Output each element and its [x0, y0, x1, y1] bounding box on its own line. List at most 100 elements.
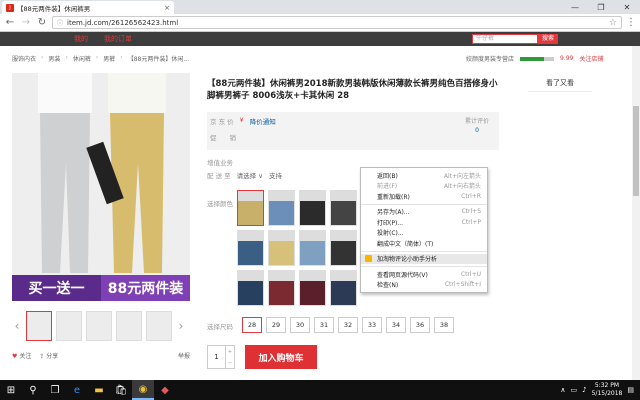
clock[interactable]: 5:32 PM 5/15/2018: [592, 382, 623, 398]
follow-product-button[interactable]: ♥ 关注: [12, 351, 31, 360]
bookmark-star-icon[interactable]: ☆: [609, 18, 617, 28]
color-option[interactable]: [330, 190, 357, 226]
color-option[interactable]: [268, 270, 295, 306]
app-icon[interactable]: ◆: [154, 380, 176, 400]
add-to-cart-button[interactable]: 加入购物车: [245, 345, 317, 369]
promo-banner: 买一送一 88元两件装: [12, 275, 190, 301]
color-label: 选择颜色: [207, 200, 233, 208]
color-option[interactable]: [268, 230, 295, 266]
thumbnail[interactable]: [86, 311, 112, 341]
nav-link-my[interactable]: 我的: [74, 34, 88, 44]
breadcrumb-item[interactable]: 服饰内衣: [12, 54, 36, 63]
windows-start-icon[interactable]: ⊞: [0, 380, 22, 400]
size-option[interactable]: 30: [290, 317, 310, 333]
ctx-review-helper[interactable]: 加淘物评论小助手分析: [361, 253, 487, 264]
ctx-label: 重新加载(R): [377, 193, 410, 201]
quantity-decrease-button[interactable]: −: [226, 357, 234, 368]
size-option[interactable]: 34: [386, 317, 406, 333]
chrome-menu-icon[interactable]: ⋮: [626, 17, 636, 28]
color-option[interactable]: [299, 190, 326, 226]
file-explorer-icon[interactable]: ▬: [88, 380, 110, 400]
chrome-icon[interactable]: ◉: [132, 380, 154, 400]
page-scrollbar[interactable]: [632, 46, 640, 380]
delivery-select[interactable]: 请选择 ∨: [237, 170, 263, 180]
size-option[interactable]: 28: [242, 317, 262, 333]
breadcrumb-separator: ›: [41, 54, 44, 61]
edge-icon[interactable]: e: [66, 380, 88, 400]
maximize-button[interactable]: ❐: [588, 0, 614, 14]
color-option[interactable]: [299, 270, 326, 306]
ctx-shortcut: Ctrl+Shift+I: [444, 281, 481, 289]
thumbnail-strip: ‹ ›: [12, 309, 190, 343]
price-label: 京 东 价: [210, 118, 234, 126]
size-option[interactable]: 36: [410, 317, 430, 333]
quantity-input[interactable]: 1: [208, 346, 225, 368]
ctx-cast[interactable]: 投射(C)...: [361, 228, 487, 239]
ctx-save-as[interactable]: 另存为(A)... Ctrl+S: [361, 207, 487, 218]
thumb-prev-icon[interactable]: ‹: [12, 319, 22, 333]
color-option[interactable]: [237, 270, 264, 306]
task-view-icon[interactable]: ❐: [44, 380, 66, 400]
site-search-button[interactable]: 搜索: [538, 34, 558, 44]
breadcrumb-separator: ›: [65, 54, 68, 61]
size-option[interactable]: 33: [362, 317, 382, 333]
color-option[interactable]: [330, 230, 357, 266]
breadcrumb-item[interactable]: 休闲裤: [73, 54, 91, 63]
breadcrumb-item[interactable]: 【88元两件装】休闲...: [128, 54, 189, 63]
follow-shop-button[interactable]: 关注店铺: [579, 54, 603, 63]
ctx-back[interactable]: 返回(B) Alt+向左箭头: [361, 170, 487, 181]
browser-tab[interactable]: J 【88元两件装】休闲裤男 ×: [2, 1, 174, 14]
quantity-increase-button[interactable]: +: [226, 346, 234, 357]
reload-icon[interactable]: ↻: [36, 17, 48, 29]
report-link[interactable]: 举报: [178, 351, 190, 360]
ctx-inspect[interactable]: 检查(N) Ctrl+Shift+I: [361, 280, 487, 291]
volume-icon[interactable]: ♪: [582, 386, 586, 394]
address-bar[interactable]: ⓘ item.jd.com/26126562423.html ☆: [52, 16, 622, 29]
share-label: 分享: [46, 353, 59, 360]
network-icon[interactable]: ▭: [571, 386, 578, 394]
back-arrow-icon[interactable]: ←: [4, 17, 16, 29]
close-window-button[interactable]: ✕: [614, 0, 640, 14]
price-notify-link[interactable]: 降价通知: [250, 116, 276, 126]
extension-icon: [365, 255, 372, 263]
reviews-summary[interactable]: 累计评价 0: [465, 116, 489, 134]
notifications-icon[interactable]: ▤: [627, 386, 634, 394]
size-options: 28 29 30 31 32 33 34 36 38: [242, 317, 454, 333]
thumbnail[interactable]: [56, 311, 82, 341]
info-icon[interactable]: ⓘ: [57, 18, 63, 27]
url-text: item.jd.com/26126562423.html: [67, 18, 179, 27]
size-option[interactable]: 29: [266, 317, 286, 333]
breadcrumb-item[interactable]: 男裤: [103, 54, 115, 63]
ctx-print[interactable]: 打印(P)... Ctrl+P: [361, 217, 487, 228]
product-main-image[interactable]: 买一送一 88元两件装: [12, 73, 190, 301]
color-option[interactable]: [330, 270, 357, 306]
thumbnail[interactable]: [116, 311, 142, 341]
share-button[interactable]: ⇪ 分享: [39, 351, 58, 360]
nav-link-orders[interactable]: 我的订单: [104, 34, 132, 44]
size-option[interactable]: 32: [338, 317, 358, 333]
color-option[interactable]: [237, 190, 264, 226]
thumbnail[interactable]: [146, 311, 172, 341]
ctx-translate[interactable]: 翻成中文（简体）(T): [361, 238, 487, 249]
site-search-input[interactable]: 牛仔裤: [472, 34, 538, 44]
jd-favicon-icon: J: [6, 3, 14, 12]
color-option[interactable]: [299, 230, 326, 266]
store-icon[interactable]: 🛍: [110, 380, 132, 400]
color-option[interactable]: [268, 190, 295, 226]
ctx-shortcut: Ctrl+U: [460, 270, 481, 278]
ctx-reload[interactable]: 重新加载(R) Ctrl+R: [361, 191, 487, 202]
scrollbar-thumb[interactable]: [633, 106, 639, 196]
thumb-next-icon[interactable]: ›: [176, 319, 186, 333]
ctx-view-source[interactable]: 查看网页源代码(V) Ctrl+U: [361, 269, 487, 280]
shop-name[interactable]: 姣颜度男装专营店: [466, 54, 514, 63]
thumbnail[interactable]: [26, 311, 52, 341]
breadcrumb-item[interactable]: 男装: [48, 54, 60, 63]
size-option[interactable]: 38: [434, 317, 454, 333]
search-icon[interactable]: ⚲: [22, 380, 44, 400]
minimize-button[interactable]: —: [562, 0, 588, 14]
forward-arrow-icon[interactable]: →: [20, 17, 32, 29]
tab-close-icon[interactable]: ×: [164, 4, 170, 12]
tray-chevron-icon[interactable]: ∧: [560, 386, 565, 394]
color-option[interactable]: [237, 230, 264, 266]
size-option[interactable]: 31: [314, 317, 334, 333]
